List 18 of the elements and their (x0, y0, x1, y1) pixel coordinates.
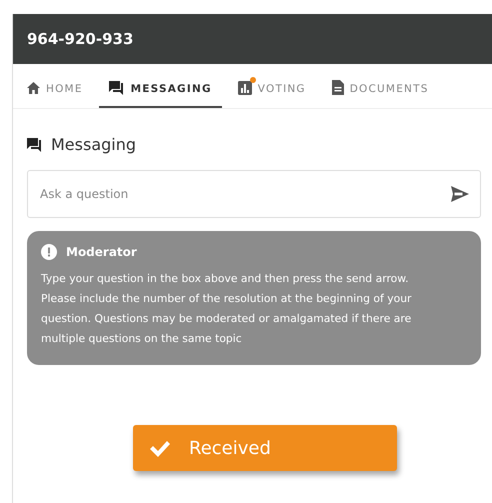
notice-text: Type your question in the box above and then press the send arrow. Please include the number of the resolution at the beginning of your question. Questions may be moderated or amalgamated if there are multiple questions on the same topic (41, 271, 412, 347)
section-title: Messaging (51, 135, 136, 154)
meeting-id: 964-920-933 (27, 30, 134, 48)
nav-tab[interactable]: DOCUMENTS (322, 72, 439, 108)
chat-icon (108, 80, 125, 94)
chat-icon (27, 138, 43, 152)
bar-chart-icon (238, 80, 252, 94)
nav-tab[interactable]: VOTING (228, 72, 316, 108)
alert-icon (41, 244, 57, 260)
checkmark-icon (149, 440, 171, 456)
received-toast: Received (133, 425, 397, 471)
notice-title: Moderator (66, 245, 137, 259)
nav-tab[interactable]: HOME (17, 72, 93, 108)
home-icon (27, 82, 40, 94)
send-icon[interactable] (451, 186, 469, 202)
question-field[interactable]: Ask a question (27, 170, 481, 218)
document-icon (332, 80, 344, 95)
nav-tab[interactable]: MESSAGING (98, 72, 222, 108)
